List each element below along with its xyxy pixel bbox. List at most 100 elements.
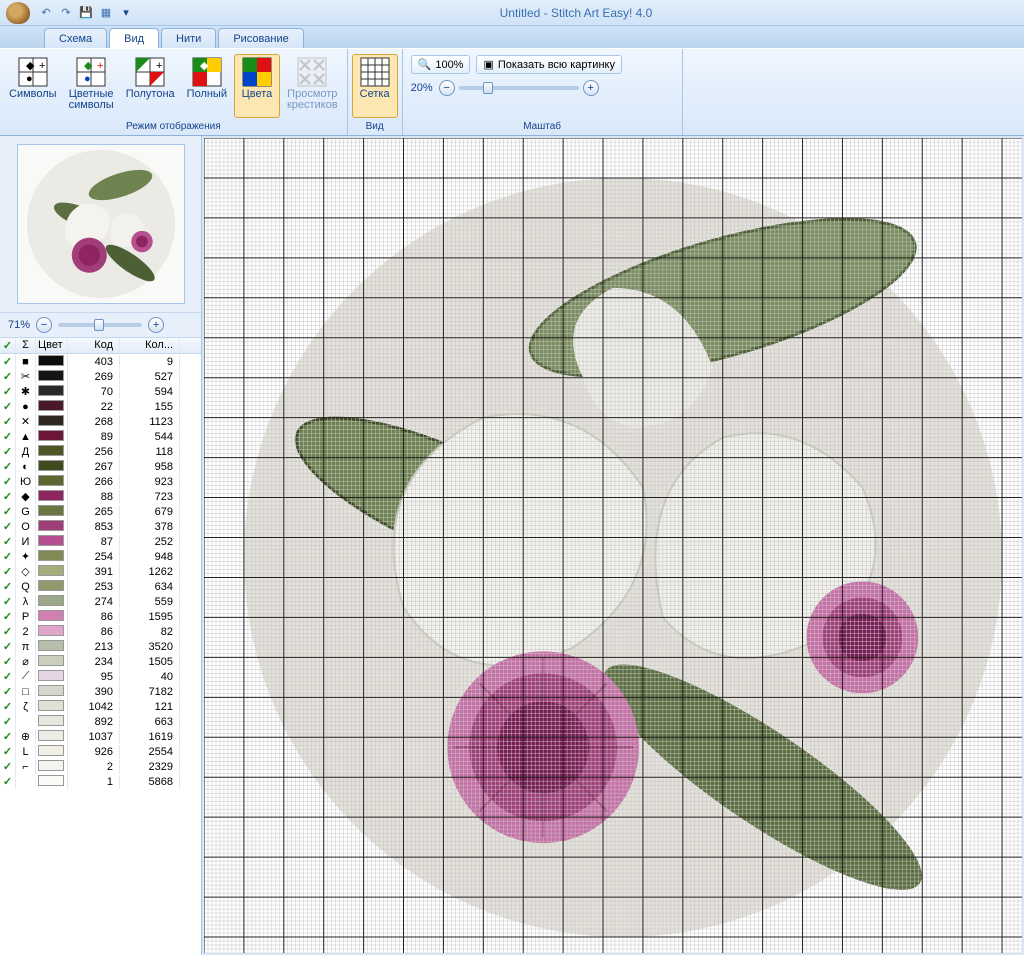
table-row[interactable]: ✓ ⟋ 95 40 [0,669,201,684]
full-button[interactable]: ◆ Полный [182,54,232,118]
symbol-cell: 2 [16,625,36,639]
table-row[interactable]: ✓ G 265 679 [0,504,201,519]
count-cell: 7182 [120,685,180,699]
check-icon[interactable]: ✓ [3,401,12,413]
check-icon[interactable]: ✓ [3,761,12,773]
col-color[interactable]: Цвет [36,338,68,353]
table-row[interactable]: ✓ 892 663 [0,714,201,729]
table-row[interactable]: ✓ ◆ 88 723 [0,489,201,504]
check-icon[interactable]: ✓ [3,386,12,398]
check-all-icon[interactable]: ✓ [3,340,12,352]
count-cell: 634 [120,580,180,594]
check-icon[interactable]: ✓ [3,356,12,368]
table-row[interactable]: ✓ ✕ 268 1123 [0,414,201,429]
app-icon[interactable] [6,2,30,24]
table-row[interactable]: ✓ ✱ 70 594 [0,384,201,399]
table-row[interactable]: ✓ ⌐ 2 2329 [0,759,201,774]
svg-text:●: ● [84,73,91,85]
table-row[interactable]: ✓ 1 5868 [0,774,201,789]
table-row[interactable]: ✓ L 926 2554 [0,744,201,759]
preview-zoom-out-button[interactable]: − [36,317,52,333]
ribbon-group-view: Сетка Вид [348,49,403,135]
check-icon[interactable]: ✓ [3,731,12,743]
table-row[interactable]: ✓ ▲ 89 544 [0,429,201,444]
app-menu-icon[interactable]: ▦ [98,5,114,21]
check-icon[interactable]: ✓ [3,431,12,443]
check-icon[interactable]: ✓ [3,746,12,758]
symbol-cell: O [16,520,36,534]
color-table[interactable]: ✓ Σ Цвет Код Кол... ✓ ■ 403 9✓ ✂ 269 527… [0,338,201,955]
check-icon[interactable]: ✓ [3,551,12,563]
symbol-cell: ⟋ [16,669,36,684]
redo-icon[interactable]: ↷ [58,5,74,21]
table-row[interactable]: ✓ Ю 266 923 [0,474,201,489]
check-icon[interactable]: ✓ [3,596,12,608]
halftones-button[interactable]: + Полутона [121,54,180,118]
qat-dropdown-icon[interactable]: ▾ [118,5,134,21]
col-symbol[interactable]: Σ [16,338,36,353]
table-row[interactable]: ✓ 2 86 82 [0,624,201,639]
table-row[interactable]: ✓ ■ 403 9 [0,354,201,369]
table-row[interactable]: ✓ ⊕ 1037 1619 [0,729,201,744]
table-row[interactable]: ✓ □ 390 7182 [0,684,201,699]
col-count[interactable]: Кол... [120,338,180,353]
check-icon[interactable]: ✓ [3,521,12,533]
check-icon[interactable]: ✓ [3,686,12,698]
symbols-button[interactable]: ◆+● Символы [4,54,62,118]
canvas-area[interactable] [202,136,1024,955]
check-icon[interactable]: ✓ [3,641,12,653]
preview-image[interactable] [17,144,185,304]
table-row[interactable]: ✓ ◇ 391 1262 [0,564,201,579]
col-code[interactable]: Код [68,338,120,353]
undo-icon[interactable]: ↶ [38,5,54,21]
check-icon[interactable]: ✓ [3,536,12,548]
table-row[interactable]: ✓ ✦ 254 948 [0,549,201,564]
save-icon[interactable]: 💾 [78,5,94,21]
check-icon[interactable]: ✓ [3,476,12,488]
table-row[interactable]: ✓ Д 256 118 [0,444,201,459]
check-icon[interactable]: ✓ [3,491,12,503]
check-icon[interactable]: ✓ [3,461,12,473]
check-icon[interactable]: ✓ [3,371,12,383]
check-icon[interactable]: ✓ [3,611,12,623]
check-icon[interactable]: ✓ [3,626,12,638]
check-icon[interactable]: ✓ [3,581,12,593]
table-row[interactable]: ✓ ζ 1042 121 [0,699,201,714]
table-row[interactable]: ✓ И 87 252 [0,534,201,549]
zoom-slider[interactable]: − + [439,80,599,96]
check-icon[interactable]: ✓ [3,446,12,458]
stitch-canvas[interactable] [204,138,1022,953]
tab-drawing[interactable]: Рисование [218,28,303,48]
check-icon[interactable]: ✓ [3,671,12,683]
table-row[interactable]: ✓ P 86 1595 [0,609,201,624]
check-icon[interactable]: ✓ [3,416,12,428]
check-icon[interactable]: ✓ [3,656,12,668]
check-icon[interactable]: ✓ [3,701,12,713]
tab-threads[interactable]: Нити [161,28,216,48]
preview-zoom-in-button[interactable]: + [148,317,164,333]
table-row[interactable]: ✓ O 853 378 [0,519,201,534]
show-whole-image-button[interactable]: ▣Показать всю картинку [476,55,622,74]
table-row[interactable]: ✓ ◐ 267 958 [0,459,201,474]
zoom-out-button[interactable]: − [439,80,455,96]
grid-button[interactable]: Сетка [352,54,398,118]
check-icon[interactable]: ✓ [3,776,12,788]
table-row[interactable]: ✓ λ 274 559 [0,594,201,609]
check-icon[interactable]: ✓ [3,716,12,728]
table-row[interactable]: ✓ Q 253 634 [0,579,201,594]
color-symbols-button[interactable]: ◆+● Цветные символы [64,54,119,118]
zoom-100-button[interactable]: 🔍100% [411,55,471,74]
table-row[interactable]: ✓ ● 22 155 [0,399,201,414]
tab-view[interactable]: Вид [109,28,159,48]
table-row[interactable]: ✓ ⌀ 234 1505 [0,654,201,669]
table-header[interactable]: ✓ Σ Цвет Код Кол... [0,338,201,354]
tab-scheme[interactable]: Схема [44,28,107,48]
swatch-cell [36,504,68,520]
zoom-in-button[interactable]: + [583,80,599,96]
check-icon[interactable]: ✓ [3,506,12,518]
table-row[interactable]: ✓ ✂ 269 527 [0,369,201,384]
preview-zoom-slider[interactable] [58,323,142,327]
table-row[interactable]: ✓ π 213 3520 [0,639,201,654]
colors-button[interactable]: Цвета [234,54,280,118]
check-icon[interactable]: ✓ [3,566,12,578]
